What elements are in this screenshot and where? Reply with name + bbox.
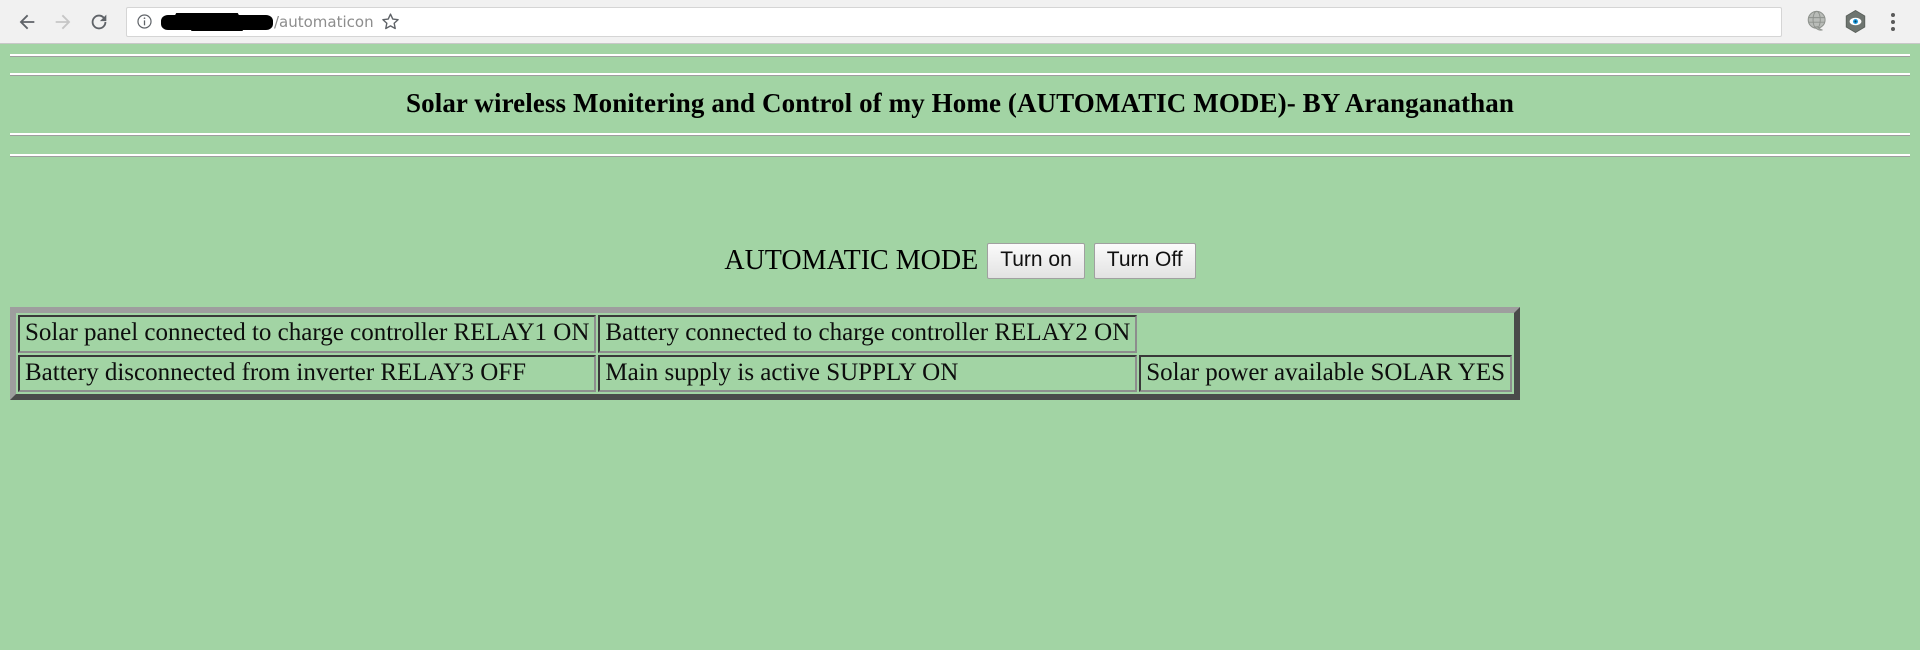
page-body: Solar wireless Monitering and Control of…: [0, 44, 1920, 650]
bookmark-star-icon[interactable]: [378, 9, 404, 35]
page-content: Solar wireless Monitering and Control of…: [10, 44, 1910, 401]
site-info-icon[interactable]: [135, 13, 153, 31]
back-arrow-icon: [19, 14, 35, 29]
status-cell-solar: Solar power available SOLAR YES: [1139, 354, 1512, 393]
extension-eye-icon[interactable]: [1840, 7, 1870, 37]
url-text: /automaticon: [161, 12, 374, 31]
status-cell-relay1: Solar panel connected to charge controll…: [18, 315, 597, 353]
menu-dot-icon: [1891, 26, 1895, 31]
menu-dot-icon: [1891, 12, 1895, 17]
navigation-buttons: [10, 5, 116, 39]
chrome-menu-button[interactable]: [1880, 7, 1906, 37]
page-title: Solar wireless Monitering and Control of…: [406, 88, 1514, 118]
status-cell-main-supply: Main supply is active SUPPLY ON: [598, 354, 1138, 393]
reload-icon: [91, 14, 107, 29]
browser-extensions: [1802, 7, 1910, 37]
back-button[interactable]: [10, 5, 44, 39]
table-row: Solar panel connected to charge controll…: [18, 315, 1512, 353]
turn-on-button[interactable]: Turn on: [987, 243, 1085, 280]
menu-dot-icon: [1891, 19, 1895, 24]
status-table-wrapper: Solar panel connected to charge controll…: [10, 307, 1910, 401]
extension-globe-icon[interactable]: [1802, 7, 1832, 37]
table-row: Battery disconnected from inverter RELAY…: [18, 354, 1512, 393]
reload-button[interactable]: [82, 5, 116, 39]
status-cell-empty: [1139, 315, 1512, 353]
redacted-host: [161, 12, 273, 31]
turn-off-button[interactable]: Turn Off: [1093, 243, 1196, 280]
automatic-mode-controls: AUTOMATIC MODE Turn on Turn Off: [10, 243, 1910, 280]
automatic-mode-label: AUTOMATIC MODE: [724, 245, 979, 277]
address-bar[interactable]: /automaticon: [126, 6, 1782, 37]
forward-button[interactable]: [46, 5, 80, 39]
status-cell-relay2: Battery connected to charge controller R…: [598, 315, 1138, 353]
status-cell-relay3: Battery disconnected from inverter RELAY…: [18, 354, 597, 393]
url-path: /automaticon: [274, 12, 374, 31]
horizontal-rule-bottom-2: [10, 154, 1910, 157]
status-table: Solar panel connected to charge controll…: [10, 307, 1520, 401]
forward-arrow-icon: [55, 14, 71, 29]
browser-toolbar: /automaticon: [0, 0, 1920, 44]
